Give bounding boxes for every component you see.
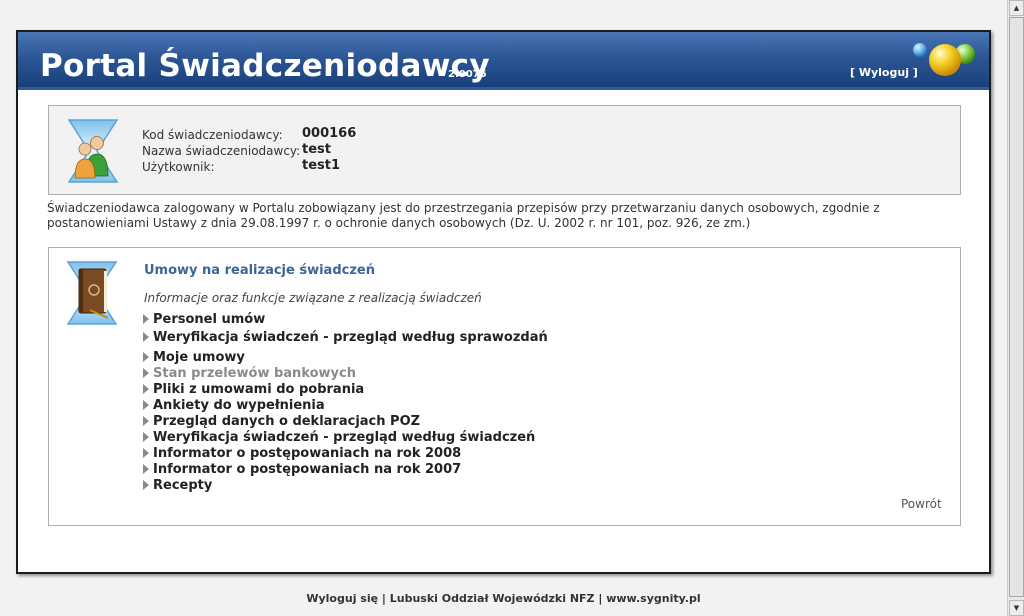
section-subtitle: Informacje oraz funkcje związane z reali…	[144, 291, 482, 305]
menu-item-contract-files[interactable]: Pliki z umowami do pobrania	[143, 382, 364, 397]
version-label: 2.0075	[448, 69, 487, 80]
provider-name-value: test	[302, 142, 331, 157]
arrow-right-icon	[143, 432, 149, 442]
menu-item-informator-2008[interactable]: Informator o postępowaniach na rok 2008	[143, 446, 461, 461]
footer-logout-link[interactable]: Wyloguj się	[306, 592, 378, 605]
decorative-balls-icon	[913, 43, 975, 76]
footer-separator: |	[378, 592, 390, 605]
app-title: Portal Świadczeniodawcy	[40, 48, 490, 84]
book-icon	[66, 261, 118, 325]
scrollbar-thumb[interactable]	[1009, 17, 1024, 597]
menu-item-prescriptions[interactable]: Recepty	[143, 478, 212, 493]
arrow-right-icon	[143, 384, 149, 394]
arrow-right-icon	[143, 352, 149, 362]
provider-name-label: Nazwa świadczeniodawcy:	[142, 144, 301, 158]
user-label: Użytkownik:	[142, 160, 215, 174]
vertical-scrollbar[interactable]: ▲ ▼	[1007, 0, 1024, 616]
contracts-section: Umowy na realizacje świadczeń Informacje…	[48, 247, 961, 526]
footer-department: Lubuski Oddział Wojewódzki NFZ	[389, 592, 595, 605]
menu-item-bank-transfers[interactable]: Stan przelewów bankowych	[143, 366, 356, 381]
provider-code-label: Kod świadczeniodawcy:	[142, 128, 283, 142]
info-labels: Kod świadczeniodawcy: Nazwa świadczeniod…	[142, 127, 300, 175]
provider-info-box: Kod świadczeniodawcy: Nazwa świadczeniod…	[48, 105, 961, 195]
privacy-notice: Świadczeniodawca zalogowany w Portalu zo…	[47, 201, 880, 230]
menu-item-personel[interactable]: Personel umów	[143, 312, 265, 327]
menu-item-informator-2007[interactable]: Informator o postępowaniach na rok 2007	[143, 462, 461, 477]
arrow-right-icon	[143, 480, 149, 490]
arrow-right-icon	[143, 416, 149, 426]
scroll-up-icon[interactable]: ▲	[1009, 0, 1024, 16]
arrow-right-icon	[143, 448, 149, 458]
footer-separator: |	[594, 592, 607, 605]
menu-item-poz-declarations[interactable]: Przegląd danych o deklaracjach POZ	[143, 414, 420, 429]
info-values: 000166 test test1	[302, 126, 356, 174]
portal-header: Portal Świadczeniodawcy 2.0075 [ Wyloguj…	[18, 32, 989, 90]
arrow-right-icon	[143, 464, 149, 474]
footer: Wyloguj się | Lubuski Oddział Wojewódzki…	[0, 592, 1007, 605]
back-link[interactable]: Powrót	[901, 497, 942, 511]
section-title: Umowy na realizacje świadczeń	[144, 263, 375, 278]
arrow-right-icon	[143, 368, 149, 378]
arrow-right-icon	[143, 400, 149, 410]
users-icon	[67, 119, 119, 183]
menu-item-my-contracts[interactable]: Moje umowy	[143, 350, 245, 365]
user-value: test1	[302, 158, 341, 173]
arrow-right-icon	[143, 332, 149, 342]
scroll-down-icon[interactable]: ▼	[1009, 600, 1024, 616]
menu-item-surveys[interactable]: Ankiety do wypełnienia	[143, 398, 325, 413]
portal-frame: Portal Świadczeniodawcy 2.0075 [ Wyloguj…	[16, 30, 991, 574]
menu-item-verification-services[interactable]: Weryfikacja świadczeń - przegląd według …	[143, 430, 535, 445]
menu-item-verification-reports[interactable]: Weryfikacja świadczeń - przegląd według …	[143, 330, 548, 345]
provider-code-value: 000166	[302, 126, 357, 141]
arrow-right-icon	[143, 314, 149, 324]
footer-website-link[interactable]: www.sygnity.pl	[606, 592, 700, 605]
